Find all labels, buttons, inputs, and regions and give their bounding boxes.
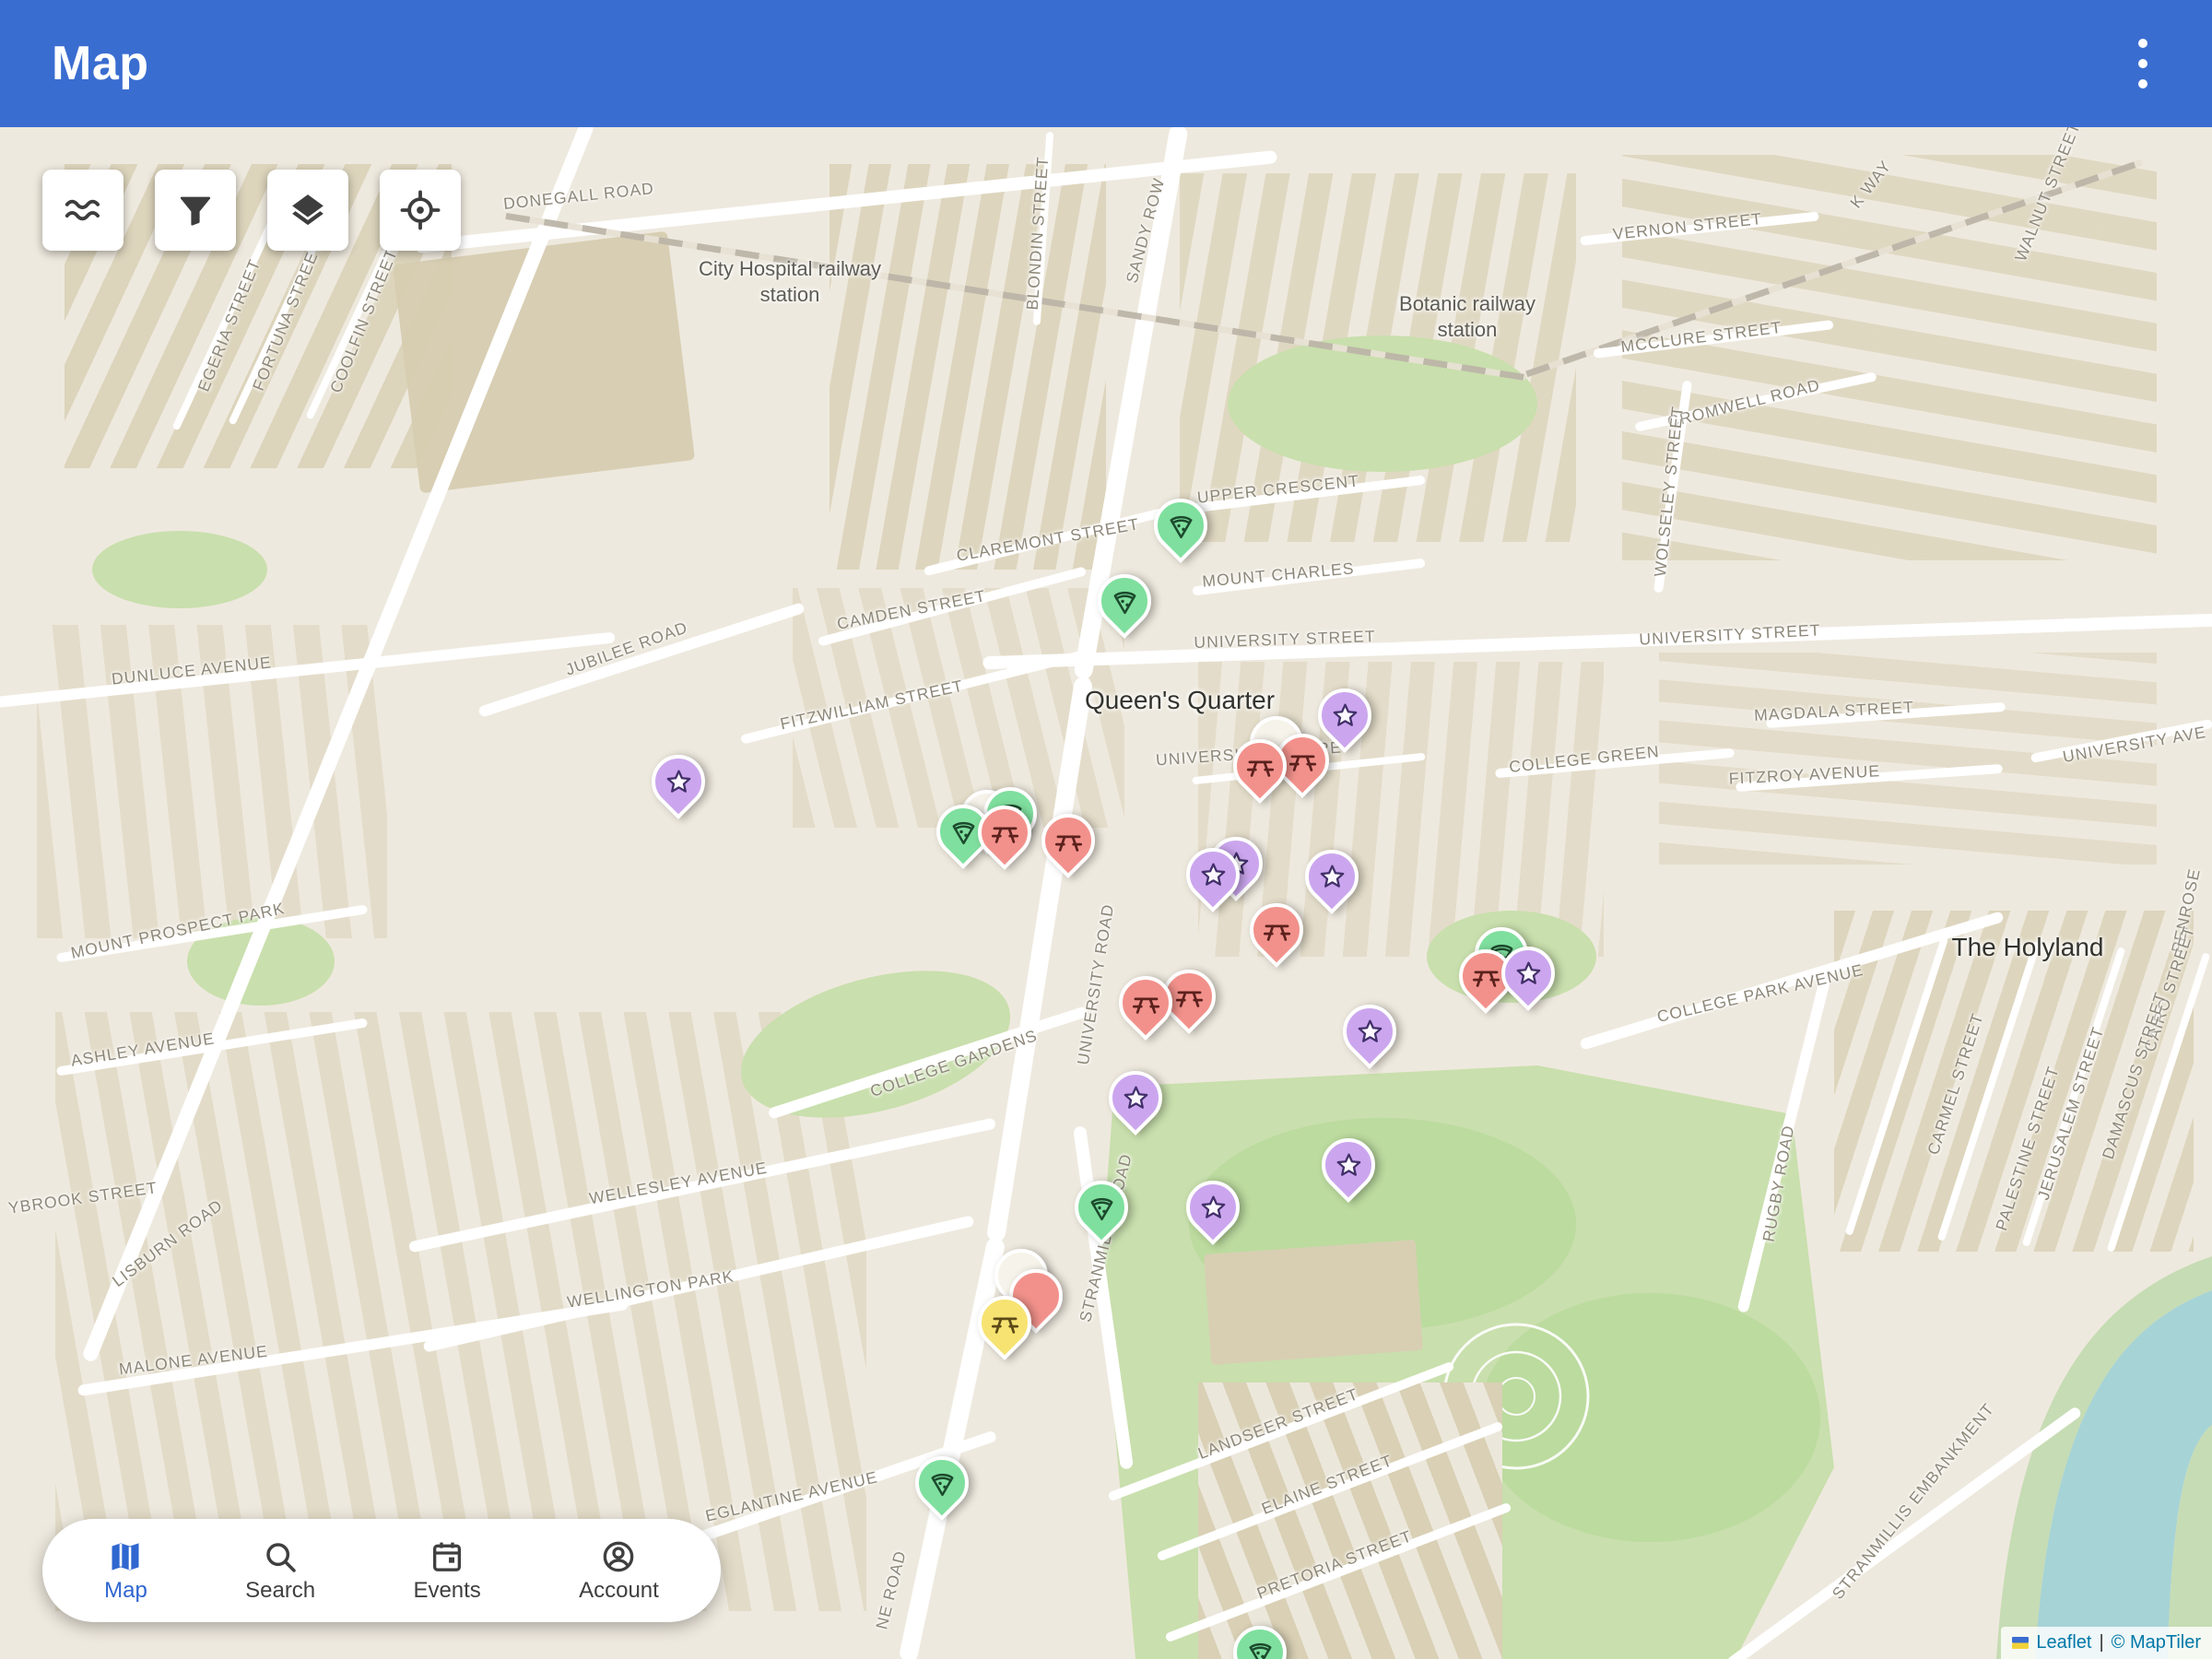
locate-icon [399, 189, 441, 231]
pin-star-icon [1190, 1184, 1236, 1230]
map-controls [42, 170, 461, 251]
page-title: Map [52, 36, 149, 91]
filter-icon [174, 189, 217, 231]
markers-layer [0, 127, 2212, 1659]
pin-bench-icon [1123, 980, 1169, 1026]
pin-star-icon [1112, 1075, 1159, 1121]
marker-star[interactable] [1175, 1170, 1251, 1245]
pin-pizza-icon [1101, 578, 1147, 624]
pin-star-icon [1505, 950, 1551, 996]
nav-search[interactable]: Search [236, 1535, 324, 1607]
pin-pizza-icon [1237, 1630, 1283, 1659]
marker-bench[interactable] [1239, 892, 1314, 968]
nav-map-label: Map [104, 1578, 147, 1604]
marker-star[interactable] [1294, 839, 1370, 914]
tune-button[interactable] [42, 170, 124, 251]
nav-account[interactable]: Account [570, 1535, 668, 1607]
map-canvas[interactable]: DONEGALL ROADEGERIA STREETFORTUNA STREET… [0, 127, 2212, 1659]
nav-events[interactable]: Events [404, 1535, 489, 1607]
pin-star-icon [1325, 1142, 1371, 1188]
map-attribution: Leaflet | © MapTiler [2001, 1627, 2212, 1659]
calendar-icon [429, 1538, 465, 1575]
marker-star[interactable] [641, 744, 716, 819]
locate-button[interactable] [380, 170, 461, 251]
map-icon [107, 1538, 144, 1575]
pin-bench-icon [982, 809, 1028, 855]
app-header: Map [0, 0, 2212, 127]
nav-events-label: Events [413, 1578, 480, 1604]
pin-bench-icon [1253, 907, 1300, 953]
pin-pizza-icon [1078, 1184, 1124, 1230]
bottom-nav: Map Search Events [42, 1519, 721, 1622]
leaflet-link[interactable]: Leaflet [2036, 1632, 2091, 1653]
marker-star[interactable] [1311, 1127, 1386, 1203]
waves-icon [62, 189, 104, 231]
marker-star[interactable] [1098, 1060, 1173, 1135]
marker-pizza[interactable] [1064, 1170, 1139, 1245]
filter-button[interactable] [155, 170, 236, 251]
app: Map [0, 0, 2212, 1659]
marker-star[interactable] [1332, 994, 1407, 1069]
marker-pizza[interactable] [1222, 1615, 1298, 1659]
marker-pizza[interactable] [904, 1445, 980, 1521]
marker-pizza[interactable] [1143, 488, 1218, 563]
nav-account-label: Account [579, 1578, 659, 1604]
pin-bench-icon [982, 1300, 1028, 1346]
nav-search-label: Search [245, 1578, 315, 1604]
pin-star-icon [655, 759, 701, 805]
layers-icon [287, 189, 329, 231]
nav-map[interactable]: Map [95, 1535, 157, 1607]
pin-star-icon [1309, 853, 1355, 900]
account-icon [600, 1538, 637, 1575]
pin-pizza-icon [919, 1460, 965, 1506]
attribution-separator: | [2099, 1632, 2103, 1653]
pin-bench-icon [1045, 818, 1091, 864]
pin-pizza-icon [1158, 502, 1204, 548]
pin-bench-icon [1237, 743, 1283, 789]
leaflet-flag-icon [2012, 1637, 2029, 1649]
pin-star-icon [1322, 692, 1368, 738]
layers-button[interactable] [267, 170, 348, 251]
search-icon [262, 1538, 299, 1575]
pin-bench-icon [1166, 973, 1212, 1019]
marker-pizza[interactable] [1087, 563, 1162, 639]
pin-star-icon [1347, 1008, 1393, 1054]
marker-bench[interactable] [1030, 803, 1106, 878]
pin-star-icon [1190, 852, 1236, 898]
kebab-menu-icon[interactable] [2125, 26, 2160, 101]
maptiler-link[interactable]: © MapTiler [2112, 1632, 2201, 1653]
